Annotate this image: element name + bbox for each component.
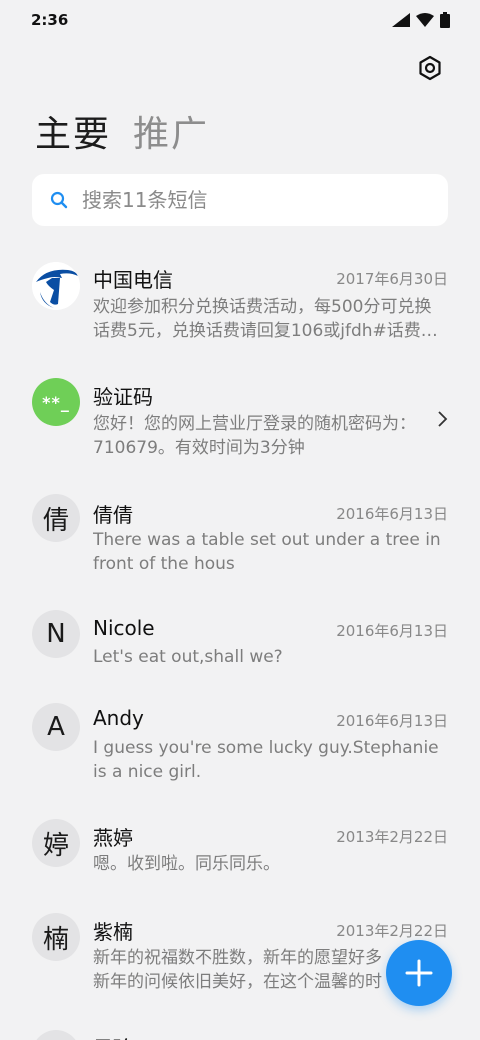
preview-line: 新年的祝福数不胜数，新年的愿望好多 <box>93 948 382 968</box>
sender-name: 倩倩 <box>93 503 133 527</box>
message-date: 2016年6月13日 <box>336 622 448 640</box>
status-icons <box>392 12 450 28</box>
preview-line: 嗯。收到啦。同乐同乐。 <box>93 854 280 874</box>
message-preview: 欢迎参加积分兑换话费活动，每500分可兑换 话费5元，兑换话费请回复106或jf… <box>93 295 445 343</box>
tab-bar: 主要 推广 <box>35 105 209 157</box>
avatar-verification: **_ <box>32 378 80 426</box>
wifi-icon <box>416 13 434 27</box>
avatar: 楠 <box>32 913 80 961</box>
message-date: 2017年6月30日 <box>336 270 448 288</box>
message-date: 2013年2月22日 <box>336 922 448 940</box>
search-icon <box>50 191 68 209</box>
tab-primary[interactable]: 主要 <box>35 105 111 157</box>
sender-name: 验证码 <box>93 385 153 409</box>
compose-button[interactable] <box>386 940 452 1006</box>
chevron-right-icon[interactable] <box>436 410 448 428</box>
preview-line: 710679。有效时间为3分钟 <box>93 438 305 458</box>
tab-promotions[interactable]: 推广 <box>133 105 209 157</box>
preview-line: 欢迎参加积分兑换话费活动，每500分可兑换 <box>93 297 432 317</box>
message-date: 2013年2月22日 <box>336 828 448 846</box>
sender-name: 紫楠 <box>93 920 133 944</box>
sender-name: Andy <box>93 706 144 730</box>
message-date: 2016年6月13日 <box>336 505 448 523</box>
message-row-verification[interactable]: **_ 验证码 您好！您的网上营业厅登录的随机密码为： 710679。有效时间为… <box>0 368 480 468</box>
preview-line: 新年的问候依旧美好，在这个温馨的时 <box>93 972 382 992</box>
message-preview: I guess you're some lucky guy.Stephanie … <box>93 736 445 784</box>
message-preview: 您好！您的网上营业厅登录的随机密码为： 710679。有效时间为3分钟 <box>93 412 423 460</box>
plus-icon <box>405 959 433 987</box>
avatar <box>32 1030 80 1040</box>
avatar-text: N <box>46 619 66 649</box>
avatar-text: 婷 <box>42 830 69 861</box>
message-preview: Let's eat out,shall we? <box>93 645 445 669</box>
preview-line: I guess you're some lucky guy.Stephanie <box>93 738 439 758</box>
sender-name: Nicole <box>93 616 155 640</box>
sender-name: 燕婷 <box>93 826 133 850</box>
message-preview: 新年的祝福数不胜数，新年的愿望好多 新年的问候依旧美好，在这个温馨的时 <box>93 946 393 994</box>
message-row-qianqian[interactable]: 倩 倩倩 2016年6月13日 There was a table set ou… <box>0 486 480 586</box>
avatar-text: **_ <box>42 392 70 412</box>
avatar-text: A <box>47 712 65 742</box>
preview-line: There was a table set out under a tree i… <box>93 530 441 550</box>
message-row-andy[interactable]: A Andy 2016年6月13日 I guess you're some lu… <box>0 698 480 798</box>
preview-line: Let's eat out,shall we? <box>93 647 283 667</box>
message-row-nicole[interactable]: N Nicole 2016年6月13日 Let's eat out,shall … <box>0 604 480 684</box>
avatar: 婷 <box>32 819 80 867</box>
avatar: 倩 <box>32 494 80 542</box>
settings-button[interactable] <box>414 52 446 84</box>
avatar-text: 倩 <box>42 505 69 536</box>
avatar-text: 楠 <box>42 924 69 955</box>
preview-line: 您好！您的网上营业厅登录的随机密码为： <box>93 414 416 434</box>
status-bar: 2:36 <box>0 0 480 40</box>
message-date: 2016年6月13日 <box>336 712 448 730</box>
avatar: A <box>32 703 80 751</box>
china-telecom-logo-icon <box>32 262 80 310</box>
battery-icon <box>440 12 450 28</box>
status-time: 2:36 <box>31 11 69 29</box>
preview-line: is a nice girl. <box>93 762 202 782</box>
message-row-ziling[interactable]: 子玲 <box>0 1026 480 1040</box>
preview-line: front of the hous <box>93 554 235 574</box>
sender-name: 中国电信 <box>93 268 173 292</box>
message-preview: There was a table set out under a tree i… <box>93 528 445 576</box>
sender-name: 子玲 <box>93 1032 133 1040</box>
settings-icon <box>419 55 441 81</box>
signal-icon <box>392 13 410 27</box>
message-row-china-telecom[interactable]: 中国电信 2017年6月30日 欢迎参加积分兑换话费活动，每500分可兑换 话费… <box>0 250 480 350</box>
search-bar[interactable] <box>32 174 448 226</box>
message-row-yanting[interactable]: 婷 燕婷 2013年2月22日 嗯。收到啦。同乐同乐。 <box>0 814 480 894</box>
message-preview: 嗯。收到啦。同乐同乐。 <box>93 852 445 876</box>
preview-line: 话费5元，兑换话费请回复106或jfdh#话费… <box>93 321 438 341</box>
avatar: N <box>32 610 80 658</box>
search-input[interactable] <box>82 188 402 212</box>
china-telecom-logo <box>32 262 80 310</box>
